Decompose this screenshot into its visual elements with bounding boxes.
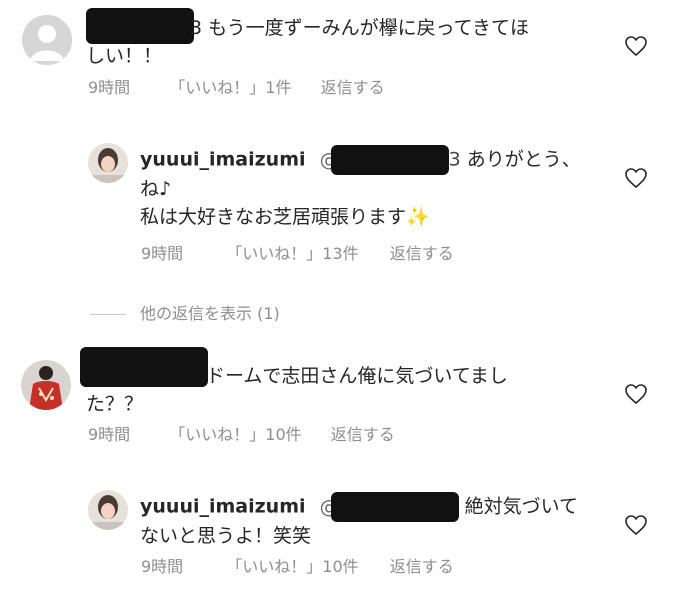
view-replies-button[interactable]: 他の返信を表示 (1) xyxy=(140,303,280,325)
comment-text: 3 もう一度ずーみんが欅に戻ってきてほ しい！！ xyxy=(86,14,586,70)
reply-username[interactable]: yuuui_imaizumi xyxy=(140,149,306,171)
reply-likes[interactable]: 「いいね！」13件 xyxy=(226,243,358,265)
view-replies-line xyxy=(90,314,126,315)
user-avatar[interactable] xyxy=(88,143,128,183)
reply-likes[interactable]: 「いいね！」10件 xyxy=(226,556,358,578)
reply-text-line-2: ね♪ xyxy=(140,178,172,200)
mention-suffix[interactable]: 3 xyxy=(449,149,461,171)
reply-button[interactable]: 返信する xyxy=(321,77,385,99)
red-shirt-avatar-image xyxy=(21,360,71,410)
reply-text-line-1: 絶対気づいて xyxy=(464,495,579,518)
default-avatar[interactable] xyxy=(22,15,72,65)
reply-meta: 9時間 「いいね！」13件 返信する xyxy=(141,243,454,265)
heart-icon[interactable] xyxy=(624,35,648,57)
comment-text-line-2: しい！！ xyxy=(86,45,163,67)
reply-text-line-1: ありがとう、 xyxy=(466,148,581,171)
comment-time: 9時間 xyxy=(88,78,131,97)
reply-text-line-2: ないと思うよ！笑笑 xyxy=(140,525,312,547)
user-avatar-image xyxy=(88,143,128,183)
reply-meta: 9時間 「いいね！」10件 返信する xyxy=(141,556,454,578)
comment-text-line-1: もう一度ずーみんが欅に戻ってきてほ xyxy=(208,17,530,39)
default-avatar-icon xyxy=(22,15,72,65)
reply-button[interactable]: 返信する xyxy=(390,243,454,265)
redacted-mention xyxy=(330,145,449,175)
reply-button[interactable]: 返信する xyxy=(331,424,395,446)
comment-meta: 9時間 「いいね！」10件 返信する xyxy=(88,424,395,446)
comment-text-fragment: 3 xyxy=(190,17,203,39)
reply-username[interactable]: yuuui_imaizumi xyxy=(140,496,306,518)
heart-icon[interactable] xyxy=(624,383,648,405)
user-avatar-image xyxy=(88,490,128,530)
comment-text: ドームで志田さん俺に気づいてまし た？？ xyxy=(86,362,586,418)
comment-likes[interactable]: 「いいね！」1件 xyxy=(169,77,291,99)
reply-time: 9時間 xyxy=(141,244,184,263)
reply-text: yuuui_imaizumi @ 絶対気づいて ないと思うよ！笑笑 xyxy=(140,492,600,550)
comment-likes[interactable]: 「いいね！」10件 xyxy=(169,424,301,446)
heart-icon[interactable] xyxy=(624,167,648,189)
red-shirt-avatar[interactable] xyxy=(21,360,71,410)
reply-time: 9時間 xyxy=(141,557,184,576)
comment-meta: 9時間 「いいね！」1件 返信する xyxy=(88,77,385,99)
heart-icon[interactable] xyxy=(624,514,648,536)
comment-text-line-1: ドームで志田さん俺に気づいてまし xyxy=(206,365,508,387)
reply-button[interactable]: 返信する xyxy=(390,556,454,578)
reply-text-line-3: 私は大好きなお芝居頑張ります xyxy=(140,206,407,228)
redacted-mention xyxy=(330,492,459,522)
comment-text-line-2: た？？ xyxy=(86,393,144,415)
sparkles-emoji: ✨ xyxy=(406,206,430,228)
reply-text: yuuui_imaizumi @3 ありがとう、 ね♪ 私は大好きなお芝居頑張り… xyxy=(140,145,600,231)
user-avatar[interactable] xyxy=(88,490,128,530)
comment-time: 9時間 xyxy=(88,425,131,444)
